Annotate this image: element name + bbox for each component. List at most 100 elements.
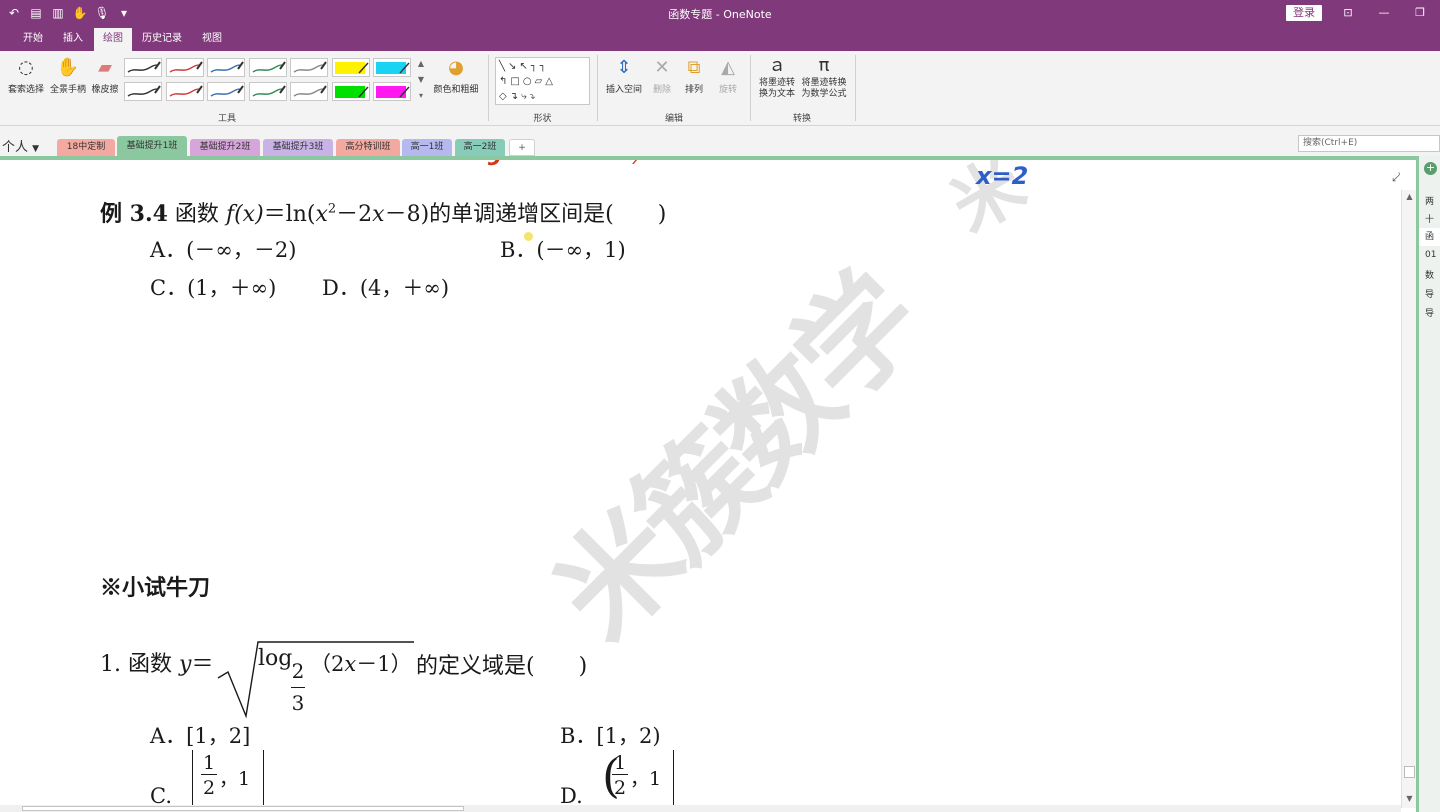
page-item[interactable]: 十 xyxy=(1425,212,1440,225)
pen-gallery-scroll-icon[interactable]: ▲ ▼ ▾ xyxy=(415,56,427,104)
tab-insert[interactable]: 插入 xyxy=(54,28,92,51)
example-text: －8)的单调递增区间是( ) xyxy=(384,202,667,227)
pen-swatch[interactable] xyxy=(373,58,411,77)
rotate-button[interactable]: ◭ 旋转 xyxy=(714,57,742,95)
shapes-gallery[interactable]: ╲↘↖┐┐ ↰□○▱△ ◇↴⤷⤵ xyxy=(495,57,590,105)
ribbon-draw: ◌ 套索选择 ✋ 全景手柄 ▰ 橡皮擦 ▲ ▼ ▾ ◕ 颜色和粗细 工具 ╲↘↖┐┐… xyxy=(0,51,1440,126)
ribbon-display-options-icon[interactable]: ⊡ xyxy=(1338,4,1358,22)
section-tab-basic-3[interactable]: 基础提升3班 xyxy=(263,139,333,156)
hscrollbar-thumb[interactable] xyxy=(22,806,464,811)
page-canvas[interactable]: 米 米簇数学 ᴐ ⁄ x=2 ⤢ 例 3.4 函数 f(x)＝ln(x2－2x－… xyxy=(0,160,1400,805)
scroll-up-icon[interactable]: ▲ xyxy=(1402,192,1417,201)
window-title: 函数专题 - OneNote xyxy=(668,8,772,21)
fraction-denominator: 2 xyxy=(201,774,217,799)
pen-swatch[interactable] xyxy=(248,82,287,101)
pen-swatch[interactable] xyxy=(290,82,328,101)
log-base-fraction: 2 3 xyxy=(291,660,305,714)
example-text: 函数 xyxy=(167,202,226,227)
pen-swatch[interactable] xyxy=(331,58,370,77)
vertical-scrollbar[interactable]: ▲ ▼ xyxy=(1401,190,1416,808)
q1-option-a: A．[1，2] xyxy=(150,724,251,748)
q1-option-d-interval: ( 1 2 ，1 xyxy=(602,750,674,805)
log-base-numerator: 2 xyxy=(291,659,305,683)
scrollbar-thumb[interactable] xyxy=(1404,766,1415,778)
arrange-button[interactable]: ⧉ 排列 xyxy=(680,57,708,95)
section-tab-18[interactable]: 18中定制 xyxy=(57,139,115,156)
question-1: 1. 函数 y＝ xyxy=(100,646,213,678)
ink-to-math-button[interactable]: π 将墨迹转换 为数学公式 xyxy=(799,55,849,100)
fraction-numerator: 1 xyxy=(613,752,627,774)
chevron-down-icon: ▼ xyxy=(32,144,40,154)
tab-draw[interactable]: 绘图 xyxy=(94,28,132,51)
ink-to-math-icon: π xyxy=(818,55,830,76)
search-input[interactable]: 搜索(Ctrl+E) xyxy=(1298,135,1440,152)
question-text: 函数 xyxy=(121,652,179,677)
q1-option-c-label: C. xyxy=(150,784,172,805)
log-argument: （2x－1） xyxy=(310,648,412,678)
page-item[interactable]: 数 xyxy=(1425,268,1440,281)
section-tab-grade10-1[interactable]: 高一1班 xyxy=(402,139,452,156)
scroll-down-icon[interactable]: ▼ xyxy=(1402,794,1417,803)
expand-icon[interactable]: ⤢ xyxy=(1392,170,1400,185)
lasso-select-button[interactable]: ◌ 套索选择 xyxy=(6,57,46,95)
pan-hand-button[interactable]: ✋ 全景手柄 xyxy=(48,57,88,95)
tools-group-label: 工具 xyxy=(217,114,236,124)
eraser-button[interactable]: ▰ 橡皮擦 xyxy=(88,57,122,95)
fraction: 1 2 xyxy=(201,752,217,799)
login-button[interactable]: 登录 xyxy=(1286,5,1322,21)
pen-swatch[interactable] xyxy=(207,82,245,101)
page-list-panel: + 两 十 函 01 数 导 导 xyxy=(1416,156,1440,812)
color-thickness-button[interactable]: ◕ 颜色和粗细 xyxy=(430,57,482,95)
section-tab-high-score[interactable]: 高分特训班 xyxy=(336,139,400,156)
restore-icon[interactable]: ❐ xyxy=(1410,4,1430,22)
question-number: 1. xyxy=(100,652,121,677)
color-thickness-label: 颜色和粗细 xyxy=(433,85,479,95)
delete-button[interactable]: ✕ 删除 xyxy=(648,57,676,95)
log-argument-text: （2 xyxy=(310,652,345,676)
log-argument-text: －1） xyxy=(356,652,412,676)
group-separator xyxy=(597,55,598,121)
pen-swatch[interactable] xyxy=(165,82,204,101)
section-tab-grade10-2[interactable]: 高一2班 xyxy=(455,139,505,156)
title-bar: ↶ ▤ ▥ ✋ 🎙 ▾ 函数专题 - OneNote 登录 ⊡ — ❐ xyxy=(0,0,1440,26)
pen-swatch[interactable] xyxy=(373,82,411,101)
tab-home[interactable]: 开始 xyxy=(14,28,52,51)
ink-to-math-label-2: 为数学公式 xyxy=(801,89,847,99)
notebook-selector[interactable]: 个人 ▼ xyxy=(2,136,39,155)
tab-history[interactable]: 历史记录 xyxy=(134,28,190,51)
convert-group-label: 转换 xyxy=(792,114,811,124)
section-tab-basic-2[interactable]: 基础提升2班 xyxy=(190,139,260,156)
pen-swatch[interactable] xyxy=(248,58,287,77)
page-item-selected[interactable]: 函 xyxy=(1419,228,1440,246)
add-page-icon[interactable]: + xyxy=(1424,162,1437,175)
pen-swatch[interactable] xyxy=(207,58,245,77)
fraction-numerator: 1 xyxy=(202,752,216,774)
hand-icon: ✋ xyxy=(56,57,80,78)
horizontal-scrollbar[interactable] xyxy=(0,805,1401,812)
pen-swatch[interactable] xyxy=(124,58,162,77)
section-tabs-bar: 个人 ▼ 18中定制 基础提升1班 基础提升2班 基础提升3班 高分特训班 高一… xyxy=(0,126,1440,156)
minimize-icon[interactable]: — xyxy=(1374,4,1394,22)
option-d: D．(4，＋∞) xyxy=(322,276,450,300)
pen-swatch[interactable] xyxy=(290,58,328,77)
pen-swatch[interactable] xyxy=(124,82,162,101)
insert-space-button[interactable]: ⇕ 插入空间 xyxy=(603,57,645,95)
ink-red-stroke: ᴐ xyxy=(488,160,501,171)
ink-to-text-button[interactable]: ａ 将墨迹转 换为文本 xyxy=(756,55,798,100)
section-tab-basic-1[interactable]: 基础提升1班 xyxy=(117,136,187,156)
arrange-label: 排列 xyxy=(684,85,703,95)
page-item[interactable]: 导 xyxy=(1425,287,1440,300)
pen-swatch[interactable] xyxy=(165,58,204,77)
page-item[interactable]: 两 xyxy=(1425,194,1440,207)
edit-group-label: 编辑 xyxy=(664,114,683,124)
lasso-icon: ◌ xyxy=(18,57,34,78)
ribbon-tabs: 开始 插入 绘图 历史记录 视图 xyxy=(0,26,1440,51)
tab-view[interactable]: 视图 xyxy=(192,28,232,51)
page-item[interactable]: 01 xyxy=(1425,250,1440,260)
page-item[interactable]: 导 xyxy=(1425,306,1440,319)
shapes-group-label: 形状 xyxy=(533,114,552,124)
lasso-label: 套索选择 xyxy=(7,85,44,95)
pen-swatch[interactable] xyxy=(331,82,370,101)
add-section-button[interactable]: + xyxy=(509,139,535,156)
pointer-highlight xyxy=(524,232,533,241)
